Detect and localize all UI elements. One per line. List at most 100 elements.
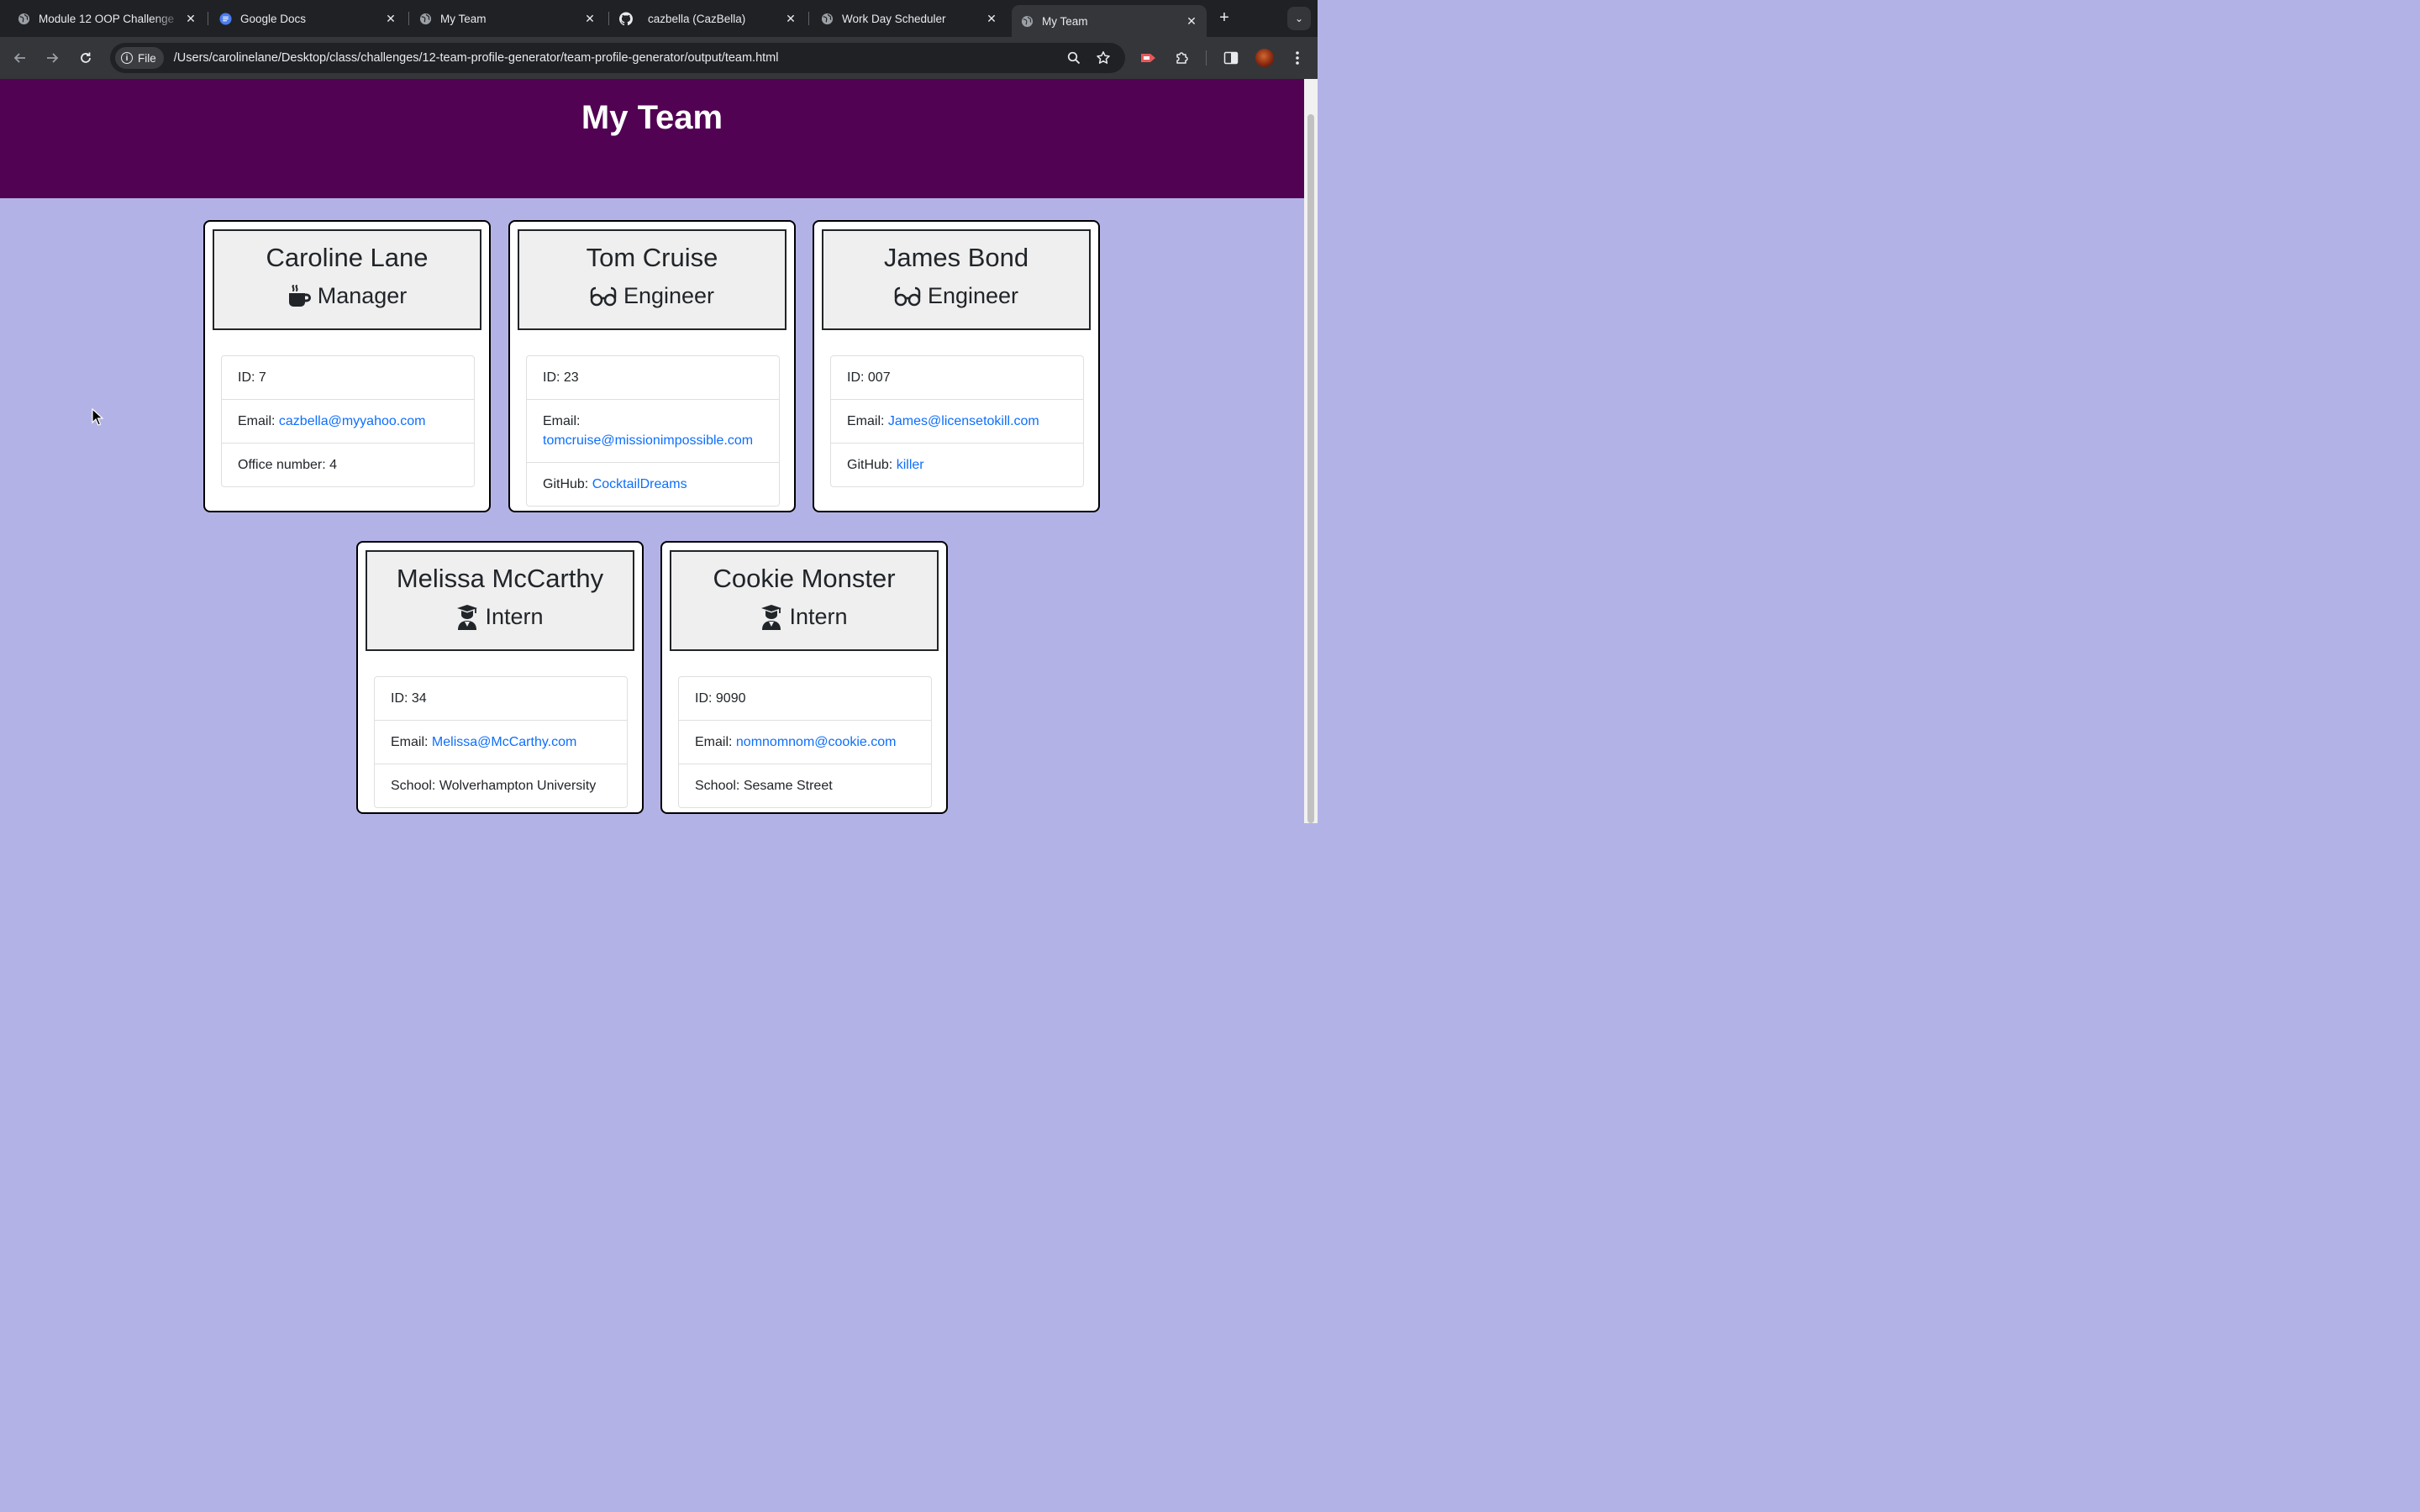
browser-toolbar: i File /Users/carolinelane/Desktop/class…: [0, 37, 1318, 79]
employee-role: Engineer: [519, 283, 785, 309]
tab-my-team-active[interactable]: My Team ✕: [1012, 5, 1207, 37]
tab-google-docs[interactable]: Google Docs ✕: [202, 0, 406, 37]
id-label: ID:: [847, 370, 865, 385]
tab-module-12[interactable]: Module 12 OOP Challenge ✕: [0, 0, 206, 37]
list-item-id: ID: 7: [222, 356, 474, 399]
employee-name: James Bond: [883, 243, 1029, 272]
school-value: Sesame Street: [743, 779, 833, 793]
tab-title: My Team: [1042, 14, 1088, 28]
employee-role: Manager: [214, 283, 480, 309]
address-bar[interactable]: i File /Users/carolinelane/Desktop/class…: [110, 43, 1125, 73]
globe-icon: [418, 12, 432, 25]
details-list: ID: 34 Email: Melissa@McCarthy.com Schoo…: [374, 676, 628, 808]
school-label: School:: [391, 779, 436, 793]
employee-card: James Bond Engineer ID: 007 Email: James…: [813, 220, 1100, 512]
back-arrow-icon: [13, 53, 25, 63]
email-link[interactable]: nomnomnom@cookie.com: [736, 735, 897, 749]
role-label: Engineer: [623, 283, 715, 308]
card-header: James Bond Engineer: [822, 229, 1091, 330]
github-link[interactable]: CocktailDreams: [592, 477, 687, 491]
id-value: 7: [258, 370, 266, 385]
id-label: ID:: [695, 691, 713, 706]
card-header: Tom Cruise Engineer: [518, 229, 786, 330]
email-link[interactable]: tomcruise@missionimpossible.com: [543, 433, 753, 448]
glasses-icon: [894, 286, 921, 306]
close-icon[interactable]: ✕: [983, 12, 1000, 26]
card-header: Caroline Lane Manager: [213, 229, 481, 330]
close-icon[interactable]: ✕: [182, 12, 199, 26]
card-header: Melissa McCarthy Intern: [366, 550, 634, 651]
list-item-id: ID: 007: [831, 356, 1083, 399]
id-value: 9090: [715, 691, 746, 706]
office-label: Office number:: [238, 458, 326, 472]
close-icon[interactable]: ✕: [782, 12, 799, 26]
list-item-email: Email: Melissa@McCarthy.com: [375, 720, 627, 764]
employee-role: Engineer: [823, 283, 1089, 309]
side-panel-icon[interactable]: [1221, 48, 1241, 68]
github-label: GitHub:: [847, 458, 893, 472]
close-icon[interactable]: ✕: [581, 12, 598, 26]
page-title: My Team: [581, 99, 723, 136]
employee-role: Intern: [671, 604, 937, 630]
site-info-chip[interactable]: i File: [115, 47, 164, 69]
list-item-email: Email: James@licensetokill.com: [831, 399, 1083, 443]
email-link[interactable]: cazbella@myyahoo.com: [279, 414, 426, 428]
id-value: 34: [411, 691, 427, 706]
employee-card: Cookie Monster Intern ID: 9090 Email: no…: [660, 541, 948, 814]
page-viewport: My Team Caroline Lane Manager ID: 7 Emai…: [0, 79, 1304, 823]
reload-icon: [81, 52, 91, 63]
employee-name: Tom Cruise: [586, 243, 718, 272]
extensions-puzzle-icon[interactable]: [1172, 48, 1192, 68]
close-icon[interactable]: ✕: [1183, 14, 1200, 29]
info-icon: i: [121, 52, 133, 64]
email-label: Email:: [695, 735, 733, 749]
list-item-id: ID: 34: [375, 677, 627, 720]
list-item-school: School: Sesame Street: [679, 764, 931, 807]
github-link[interactable]: killer: [897, 458, 924, 472]
employee-role: Intern: [367, 604, 633, 630]
forward-button[interactable]: [42, 48, 62, 68]
employee-card: Melissa McCarthy Intern ID: 34 Email: Me…: [356, 541, 644, 814]
reload-button[interactable]: [76, 48, 96, 68]
forward-arrow-icon: [47, 53, 59, 63]
id-label: ID:: [391, 691, 408, 706]
close-icon[interactable]: ✕: [382, 12, 399, 26]
school-label: School:: [695, 779, 740, 793]
tab-title: My Team: [440, 12, 487, 25]
id-value: 23: [563, 370, 579, 385]
email-label: Email:: [238, 414, 276, 428]
list-item-github: GitHub: killer: [831, 443, 1083, 486]
list-item-email: Email: tomcruise@missionimpossible.com: [527, 399, 779, 462]
id-label: ID:: [543, 370, 560, 385]
graduate-icon: [761, 604, 782, 630]
google-docs-icon: [218, 12, 232, 25]
email-link[interactable]: James@licensetokill.com: [888, 414, 1039, 428]
tab-work-day-scheduler[interactable]: Work Day Scheduler ✕: [803, 0, 1007, 37]
scrollbar-thumb[interactable]: [1307, 114, 1314, 823]
id-value: 007: [867, 370, 891, 385]
back-button[interactable]: [10, 48, 30, 68]
list-item-github: GitHub: CocktailDreams: [527, 462, 779, 506]
extension-shortcut-icon[interactable]: [1139, 48, 1159, 68]
zoom-icon[interactable]: [1065, 50, 1082, 66]
email-label: Email:: [847, 414, 885, 428]
tab-github[interactable]: cazbella (CazBella) ✕: [602, 0, 806, 37]
school-value: Wolverhampton University: [439, 779, 597, 793]
email-label: Email:: [543, 414, 581, 428]
mouse-cursor-icon: [92, 408, 103, 426]
new-tab-button[interactable]: +: [1215, 8, 1234, 27]
role-label: Intern: [485, 604, 544, 629]
kebab-menu-icon[interactable]: [1287, 48, 1307, 68]
url-text[interactable]: /Users/carolinelane/Desktop/class/challe…: [174, 51, 779, 65]
list-item-email: Email: cazbella@myyahoo.com: [222, 399, 474, 443]
email-label: Email:: [391, 735, 429, 749]
page-header: My Team: [0, 79, 1304, 198]
tab-my-team[interactable]: My Team ✕: [402, 0, 605, 37]
github-label: GitHub:: [543, 477, 589, 491]
profile-avatar[interactable]: [1255, 49, 1274, 67]
email-link[interactable]: Melissa@McCarthy.com: [432, 735, 576, 749]
globe-icon: [820, 12, 834, 25]
list-item-email: Email: nomnomnom@cookie.com: [679, 720, 931, 764]
tab-search-button[interactable]: ⌄: [1287, 7, 1311, 30]
bookmark-star-icon[interactable]: [1095, 50, 1112, 66]
